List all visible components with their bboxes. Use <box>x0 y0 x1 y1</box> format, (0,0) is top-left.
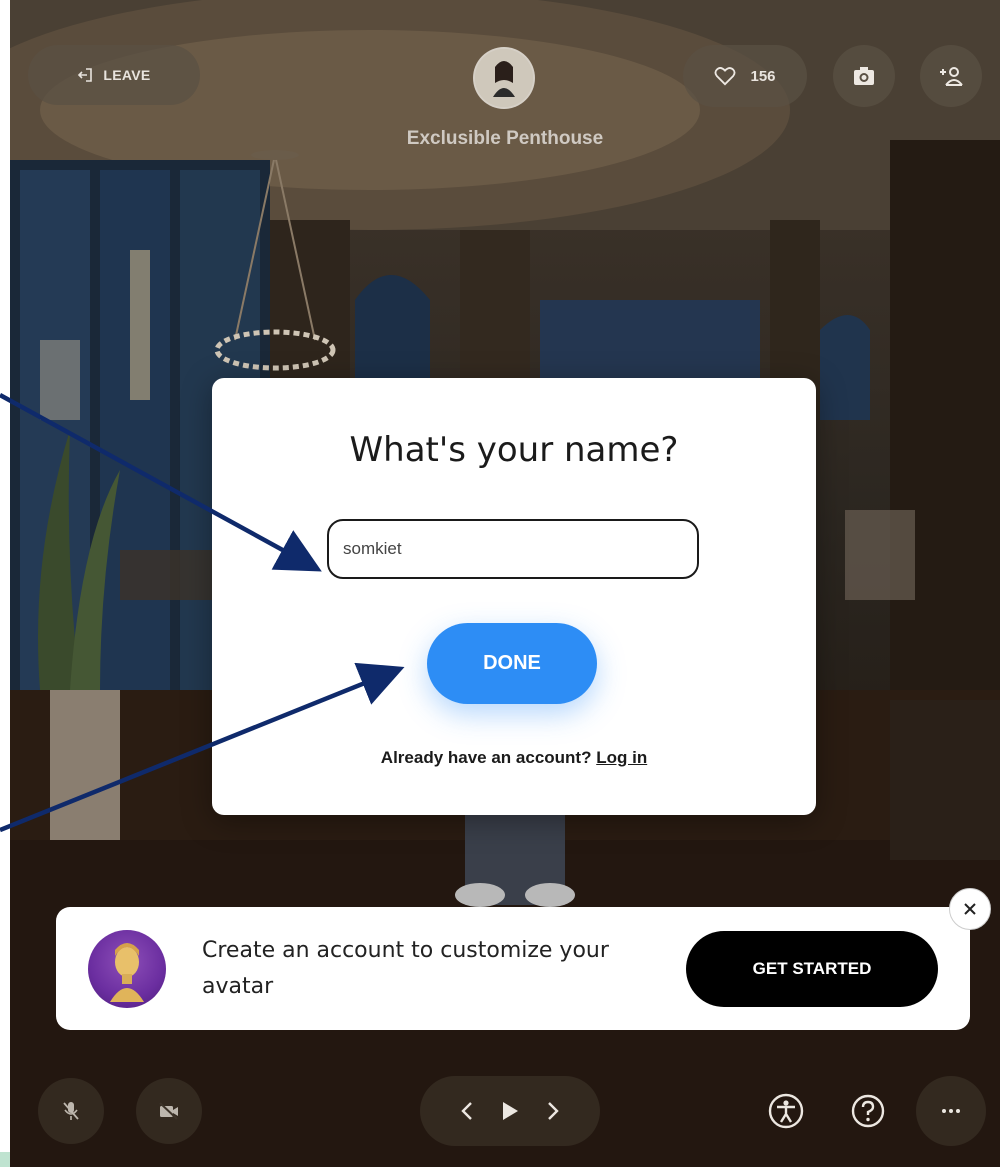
room-title: Exclusible Penthouse <box>406 128 604 149</box>
promo-close-button[interactable] <box>949 888 991 930</box>
accessibility-icon <box>768 1093 804 1129</box>
done-button[interactable]: DONE <box>427 623 597 704</box>
promo-avatar-image <box>88 930 166 1008</box>
more-options-button[interactable] <box>916 1076 986 1146</box>
login-prompt-text: Already have an account? <box>380 748 592 767</box>
name-input[interactable] <box>327 519 699 579</box>
mic-toggle-button[interactable] <box>38 1078 104 1144</box>
login-link[interactable]: Log in <box>596 748 647 767</box>
invite-button[interactable] <box>920 45 982 107</box>
chevron-right-icon[interactable] <box>546 1100 560 1122</box>
heart-icon <box>715 67 736 86</box>
close-icon <box>964 903 976 915</box>
like-button[interactable]: 156 <box>683 45 807 107</box>
video-off-icon <box>159 1102 178 1120</box>
dialog-title: What's your name? <box>349 430 679 470</box>
more-icon <box>942 1109 960 1113</box>
exit-icon <box>78 68 93 82</box>
play-icon[interactable] <box>500 1100 520 1122</box>
leave-button[interactable]: LEAVE <box>28 45 200 105</box>
camera-button[interactable] <box>833 45 895 107</box>
accessibility-button[interactable] <box>760 1085 812 1137</box>
name-dialog: What's your name? DONE Already have an a… <box>212 378 816 815</box>
page-left-margin <box>0 0 10 1167</box>
get-started-button[interactable]: GET STARTED <box>686 931 938 1007</box>
video-toggle-button[interactable] <box>136 1078 202 1144</box>
help-icon <box>851 1094 885 1128</box>
account-promo-banner: Create an account to customize your avat… <box>56 907 970 1030</box>
host-avatar[interactable] <box>473 47 535 109</box>
camera-icon <box>854 67 874 85</box>
promo-message: Create an account to customize your avat… <box>202 938 609 999</box>
add-person-icon <box>940 67 963 86</box>
playback-controls <box>420 1076 600 1146</box>
help-button[interactable] <box>842 1085 894 1137</box>
like-count: 156 <box>750 67 776 85</box>
avatar-bust-icon <box>110 943 144 1002</box>
page-left-margin-accent <box>0 1152 10 1167</box>
host-avatar-image <box>475 49 533 107</box>
login-prompt-row: Already have an account? Log in <box>212 748 816 768</box>
leave-label: LEAVE <box>103 67 151 83</box>
mic-off-icon <box>63 1102 79 1120</box>
chevron-left-icon[interactable] <box>460 1100 474 1122</box>
